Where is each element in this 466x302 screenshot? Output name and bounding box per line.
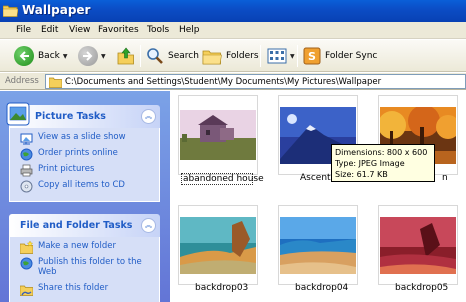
menu-bar: File Edit View Favorites Tools Help xyxy=(0,22,466,39)
tooltip-dimensions: Dimensions: 800 x 600 xyxy=(335,148,428,157)
folder-sync-button[interactable]: S Folder Sync xyxy=(303,44,377,68)
share-folder-icon xyxy=(20,285,33,296)
svg-text:S: S xyxy=(308,50,316,63)
folders-label: Folders xyxy=(226,51,259,61)
new-folder-icon xyxy=(20,241,33,254)
task-label: Copy all items to CD xyxy=(38,180,125,190)
task-label: Order prints online xyxy=(38,148,118,158)
window-title: Wallpaper xyxy=(22,3,91,17)
thumbnail-backdrop03[interactable] xyxy=(178,205,258,285)
views-dropdown-icon[interactable]: ▼ xyxy=(290,53,295,60)
task-publish-web[interactable]: Publish this folder to the Web xyxy=(20,257,159,283)
task-label: Publish this folder to the Web xyxy=(38,257,142,277)
collapse-chevron-icon[interactable]: ︽ xyxy=(141,218,156,233)
task-order-prints[interactable]: Order prints online xyxy=(20,148,159,164)
file-name[interactable]: backdrop03 xyxy=(195,283,248,293)
collapse-chevron-icon[interactable]: ︽ xyxy=(141,109,156,124)
publish-web-icon xyxy=(20,257,33,270)
menu-view[interactable]: View xyxy=(69,25,90,35)
task-label: Share this folder xyxy=(38,283,109,293)
folder-icon xyxy=(49,77,62,88)
task-copy-to-cd[interactable]: Copy all items to CD xyxy=(20,180,159,196)
back-arrow-icon xyxy=(14,46,34,66)
file-name[interactable]: Ascent xyxy=(300,173,331,183)
address-label: Address xyxy=(5,76,39,86)
back-dropdown-icon[interactable]: ▼ xyxy=(63,53,68,60)
back-button[interactable]: Back ▼ xyxy=(14,44,67,68)
toolbar-separator xyxy=(260,45,261,67)
printer-icon xyxy=(20,164,33,177)
menu-favorites[interactable]: Favorites xyxy=(98,25,139,35)
picture-tasks-title: Picture Tasks xyxy=(35,111,106,122)
toolbar-separator xyxy=(140,45,141,67)
task-print-pictures[interactable]: Print pictures xyxy=(20,164,159,180)
forward-dropdown-icon[interactable]: ▼ xyxy=(101,53,106,60)
task-view-slideshow[interactable]: View as a slide show xyxy=(20,132,159,148)
image-preview xyxy=(380,216,456,274)
task-label: View as a slide show xyxy=(38,132,126,142)
task-new-folder[interactable]: Make a new folder xyxy=(20,241,159,257)
address-bar: Address C:\Documents and Settings\Studen… xyxy=(0,73,466,90)
forward-button[interactable]: ▼ xyxy=(78,44,106,68)
thumbnail-abandoned-house[interactable] xyxy=(178,95,258,175)
folders-icon xyxy=(202,50,222,65)
tooltip-type: Type: JPEG Image xyxy=(335,159,405,168)
file-info-tooltip: Dimensions: 800 x 600 Type: JPEG Image S… xyxy=(331,144,435,182)
address-path: C:\Documents and Settings\Student\My Doc… xyxy=(65,77,382,87)
search-label: Search xyxy=(168,51,199,61)
menu-edit[interactable]: Edit xyxy=(41,25,58,35)
toolbar: Back ▼ ▼ Search Folders ▼ S Folder Sync xyxy=(0,40,466,72)
picture-tasks-header[interactable]: Picture Tasks ︽ xyxy=(6,102,160,128)
views-button[interactable]: ▼ xyxy=(267,44,295,68)
folder-sync-icon: S xyxy=(303,47,321,65)
picture-tasks-list: View as a slide show Order prints online… xyxy=(9,128,160,202)
image-preview xyxy=(280,216,356,274)
file-name[interactable]: backdrop05 xyxy=(395,283,448,293)
task-share-folder[interactable]: Share this folder xyxy=(20,283,159,299)
file-folder-tasks-panel: File and Folder Tasks ︽ Make a new folde… xyxy=(9,214,160,302)
task-label: Print pictures xyxy=(38,164,95,174)
file-folder-tasks-list: Make a new folder Publish this folder to… xyxy=(9,237,160,302)
folders-button[interactable]: Folders xyxy=(202,44,259,68)
up-folder-icon xyxy=(117,47,134,65)
address-input[interactable]: C:\Documents and Settings\Student\My Doc… xyxy=(45,74,466,89)
views-icon xyxy=(267,48,287,64)
thumbnail-backdrop04[interactable] xyxy=(278,205,358,285)
folder-sync-label: Folder Sync xyxy=(325,51,378,61)
menu-file[interactable]: File xyxy=(16,25,31,35)
file-folder-tasks-header[interactable]: File and Folder Tasks ︽ xyxy=(9,214,160,237)
globe-icon xyxy=(20,148,33,161)
image-preview xyxy=(180,110,256,160)
file-name[interactable]: backdrop04 xyxy=(295,283,348,293)
toolbar-separator xyxy=(297,45,298,67)
folder-icon xyxy=(3,5,18,17)
menu-help[interactable]: Help xyxy=(179,25,200,35)
title-bar: Wallpaper xyxy=(0,0,466,22)
picture-tasks-icon xyxy=(6,102,30,126)
slideshow-icon xyxy=(20,133,33,145)
task-pane: Picture Tasks ︽ View as a slide show Ord… xyxy=(0,91,170,302)
task-label: Make a new folder xyxy=(38,241,116,251)
file-name[interactable]: n xyxy=(442,173,448,183)
file-folder-tasks-title: File and Folder Tasks xyxy=(20,220,133,231)
search-icon xyxy=(147,48,163,64)
search-button[interactable]: Search xyxy=(146,44,199,68)
thumbnail-backdrop05[interactable] xyxy=(378,205,458,285)
up-folder-button[interactable] xyxy=(116,44,136,68)
file-name[interactable]: abandoned house xyxy=(181,173,264,185)
cd-icon xyxy=(20,180,33,193)
picture-tasks-panel: Picture Tasks ︽ View as a slide show Ord… xyxy=(6,102,160,202)
tooltip-size: Size: 61.7 KB xyxy=(335,170,388,179)
forward-arrow-icon xyxy=(78,46,98,66)
menu-tools[interactable]: Tools xyxy=(147,25,169,35)
image-preview xyxy=(180,216,256,274)
back-label: Back xyxy=(38,51,60,61)
file-view: abandoned house Ascent n backdrop03 back… xyxy=(170,91,466,302)
